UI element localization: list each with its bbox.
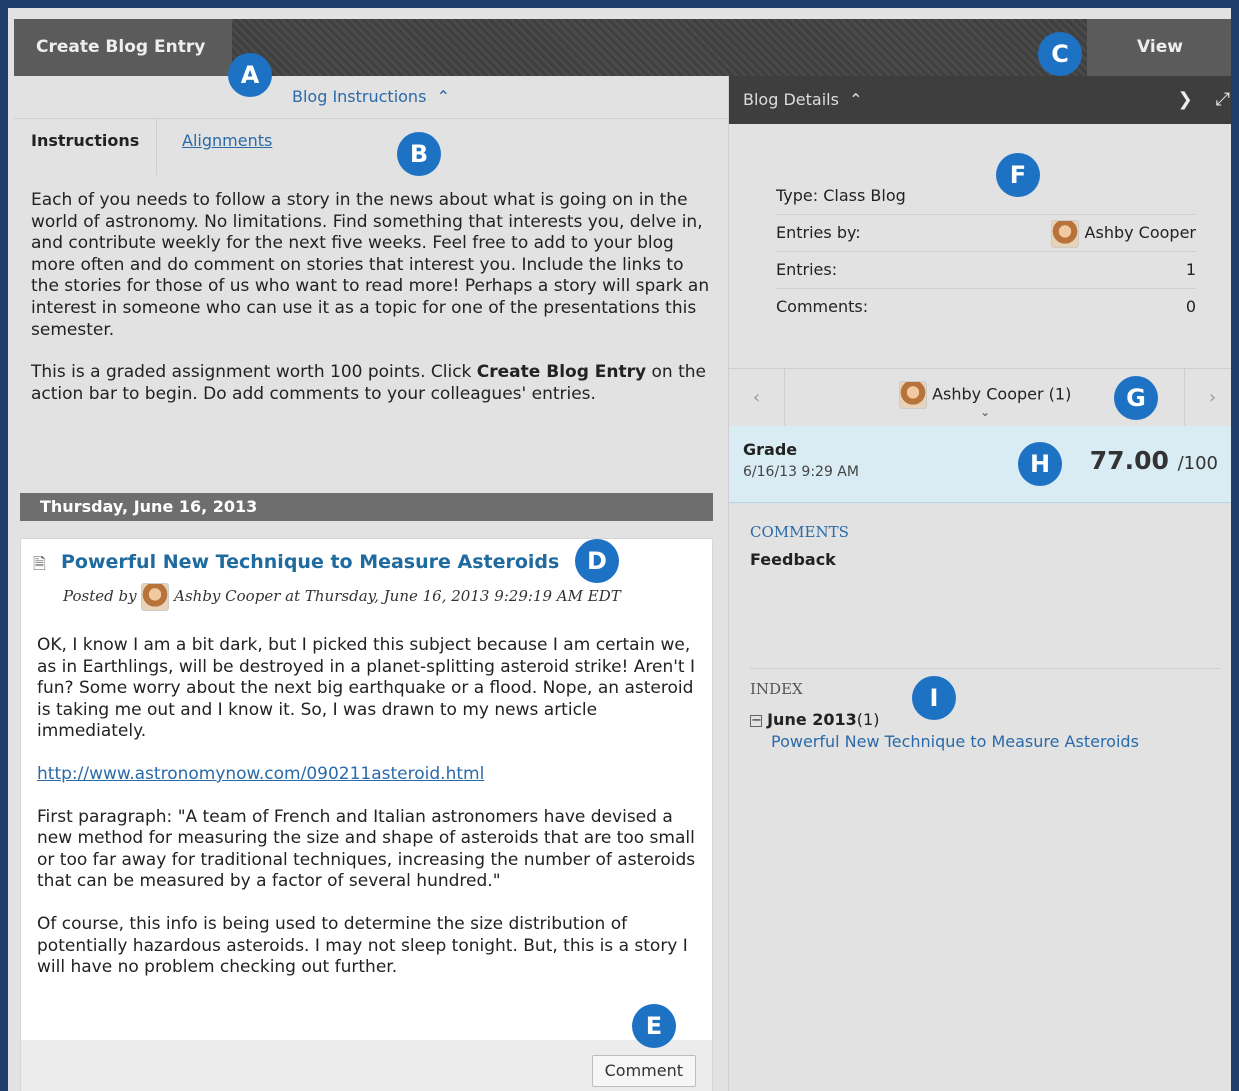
left-column: Blog Instructions ⌃ Instructions Alignme…: [14, 76, 728, 1091]
detail-type: Type: Class Blog: [776, 178, 1196, 215]
expand-icon[interactable]: ⤢: [1216, 89, 1230, 110]
entry-paragraph: OK, I know I am a bit dark, but I picked…: [37, 635, 696, 742]
index-month-label: June 2013: [767, 710, 857, 729]
instructions-paragraph: This is a graded assignment worth 100 po…: [31, 362, 711, 405]
instructions-text-part: This is a graded assignment worth 100 po…: [31, 362, 477, 383]
entry-paragraph: Of course, this info is being used to de…: [37, 913, 688, 978]
entry-paragraph: http://www.astronomynow.com/090211astero…: [37, 764, 699, 786]
callout-marker: I: [912, 676, 956, 720]
instructions-bold-text: Create Blog Entry: [476, 362, 647, 383]
instructions-tabs: Instructions Alignments: [14, 119, 728, 175]
avatar: [899, 381, 927, 409]
next-user-icon[interactable]: ›: [1184, 369, 1231, 427]
collapse-icon[interactable]: −: [750, 714, 762, 727]
detail-value: 0: [1185, 297, 1196, 316]
blog-instructions-label: Blog Instructions: [291, 87, 427, 106]
blog-details-label: Blog Details: [743, 90, 839, 109]
callout-marker: F: [996, 153, 1040, 197]
detail-type-text: Type: Class Blog: [776, 186, 906, 205]
instructions-text: Each of you needs to follow a story in t…: [31, 190, 711, 426]
right-column: Blog Details ⌃ ❯ ⤢ Type: Class Blog Entr…: [728, 76, 1231, 1091]
blog-entry: 🗎 Powerful New Technique to Measure Aste…: [20, 538, 713, 1091]
grade-out-of: /100: [1177, 453, 1218, 474]
comment-button[interactable]: Comment: [591, 1055, 696, 1087]
posted-by-label: Posted by: [63, 587, 137, 605]
entry-document-icon: 🗎: [33, 554, 46, 573]
user-selector[interactable]: Ashby Cooper (1) ⌄: [899, 381, 1071, 419]
index-heading: INDEX: [750, 680, 803, 698]
callout-marker: E: [632, 1004, 676, 1048]
blog-instructions-toggle[interactable]: Blog Instructions ⌃: [14, 76, 728, 119]
detail-entries: Entries: 1: [776, 252, 1196, 289]
entry-body: OK, I know I am a bit dark, but I picked…: [37, 635, 699, 1000]
callout-marker: G: [1114, 376, 1158, 420]
create-blog-entry-button[interactable]: Create Blog Entry: [14, 19, 232, 76]
callout-marker: B: [397, 132, 441, 176]
entry-footer: Comment: [21, 1040, 712, 1091]
tab-alignments[interactable]: Alignments: [182, 131, 272, 150]
grade-label: Grade: [743, 440, 798, 459]
user-navigator: ‹ Ashby Cooper (1) ⌄ ›: [729, 368, 1231, 428]
avatar: [1051, 219, 1080, 248]
date-header: Thursday, June 16, 2013: [20, 493, 713, 521]
instructions-paragraph: Each of you needs to follow a story in t…: [31, 190, 710, 340]
feedback-label: Feedback: [750, 550, 836, 569]
callout-marker: D: [575, 539, 619, 583]
entry-link[interactable]: http://www.astronomynow.com/090211astero…: [37, 764, 484, 784]
entry-byline: Posted by Ashby Cooper at Thursday, June…: [63, 583, 621, 611]
user-selector-label: Ashby Cooper (1): [932, 384, 1072, 404]
detail-label: Entries:: [776, 260, 838, 279]
entries-by-name: Ashby Cooper: [1084, 223, 1196, 242]
blog-page: Create Blog Entry View Drafts Blog Instr…: [0, 0, 1239, 1091]
chevron-right-icon[interactable]: ❯: [1178, 89, 1193, 110]
blog-details-header[interactable]: Blog Details ⌃ ❯ ⤢: [729, 76, 1231, 124]
index-month[interactable]: − June 2013(1): [750, 710, 879, 729]
grade-panel: Grade 6/16/13 9:29 AM 77.00 /100: [729, 426, 1231, 503]
chevron-up-icon: ⌃: [431, 87, 450, 106]
comments-heading: COMMENTS: [750, 523, 849, 541]
grade-date: 6/16/13 9:29 AM: [743, 464, 859, 480]
detail-comments: Comments: 0: [776, 289, 1196, 325]
grade-score[interactable]: 77.00 /100: [1090, 446, 1218, 475]
callout-marker: C: [1038, 32, 1082, 76]
entry-author: Ashby Cooper: [174, 587, 281, 605]
detail-label: Comments:: [776, 297, 869, 316]
detail-value: Ashby Cooper: [1051, 215, 1196, 251]
detail-value: 1: [1185, 260, 1196, 279]
callout-marker: H: [1018, 442, 1062, 486]
entry-timestamp: at Thursday, June 16, 2013 9:29:19 AM ED…: [285, 587, 621, 605]
view-drafts-button[interactable]: View Drafts: [1087, 19, 1231, 114]
index-entry-link[interactable]: Powerful New Technique to Measure Astero…: [771, 732, 1139, 751]
divider: [750, 668, 1220, 669]
previous-user-icon[interactable]: ‹: [729, 369, 785, 427]
callout-marker: A: [228, 53, 272, 97]
detail-label: Entries by:: [776, 223, 861, 242]
chevron-up-icon: ⌃: [844, 90, 863, 109]
index-month-count: (1): [856, 710, 880, 729]
header-tools: ❯ ⤢: [1178, 76, 1230, 124]
avatar: [141, 583, 170, 611]
detail-entries-by: Entries by: Ashby Cooper: [776, 215, 1196, 252]
grade-score-value: 77.00: [1089, 446, 1169, 475]
entry-title-link[interactable]: Powerful New Technique to Measure Astero…: [61, 551, 559, 573]
entry-paragraph: First paragraph: "A team of French and I…: [37, 806, 696, 892]
blog-details: Type: Class Blog Entries by: Ashby Coope…: [776, 178, 1196, 325]
tab-instructions[interactable]: Instructions: [14, 119, 157, 175]
